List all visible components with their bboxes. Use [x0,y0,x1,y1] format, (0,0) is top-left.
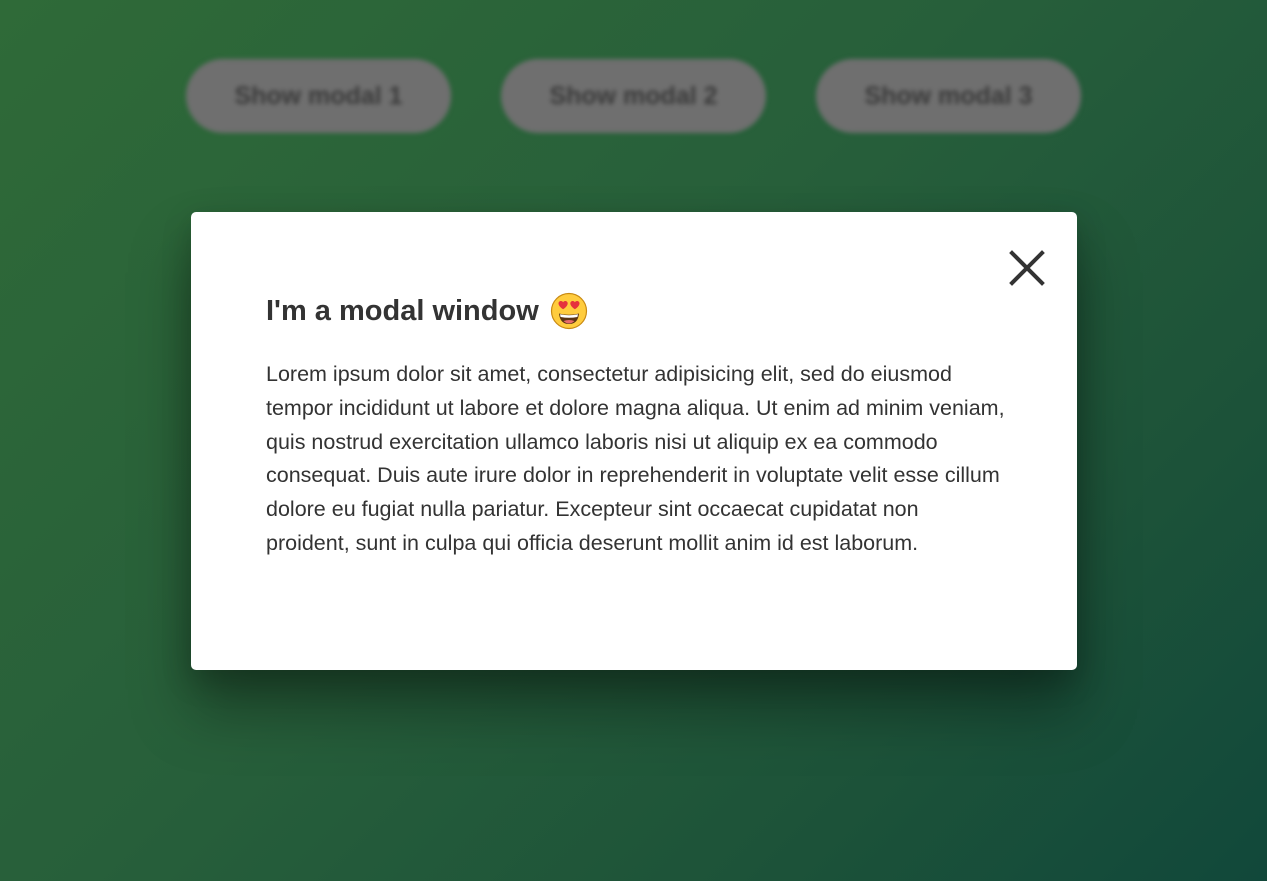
smiling-face-heart-eyes-icon [550,292,588,330]
close-icon [1009,250,1045,286]
modal-body-text: Lorem ipsum dolor sit amet, consectetur … [266,362,1005,555]
modal-window: I'm a modal window Lorem ipsum dolor sit… [191,212,1077,670]
close-button[interactable] [1007,248,1047,288]
modal-title: I'm a modal window [266,295,539,327]
modal-title-row: I'm a modal window [266,292,1002,330]
